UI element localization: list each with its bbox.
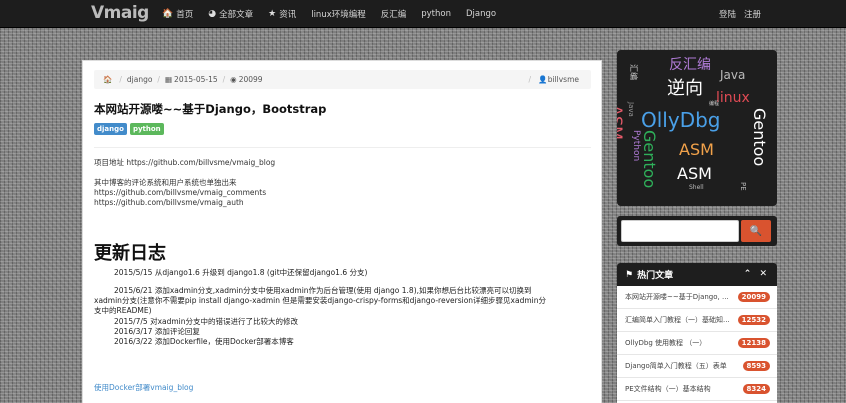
calendar-icon: ▦ xyxy=(164,75,173,84)
cloud-word[interactable]: OllyDbg xyxy=(641,108,720,132)
star-icon: ★ xyxy=(268,9,277,19)
cloud-word[interactable]: 编程 xyxy=(709,100,719,107)
view-count-badge: 20099 xyxy=(737,292,770,302)
nav-python[interactable]: python xyxy=(421,9,451,19)
home-icon: 🏠 xyxy=(162,9,174,19)
nav-news[interactable]: ★ 资讯 xyxy=(268,8,296,20)
docker-deploy-link[interactable]: 使用Docker部署vmaig_blog xyxy=(94,383,193,393)
cloud-word[interactable]: Java xyxy=(627,102,635,117)
post-title: 本网站开源喽~~基于Django，Bootstrap xyxy=(94,102,327,116)
user-icon: 👤 xyxy=(538,75,548,84)
flag-icon: ⚑ xyxy=(625,269,634,280)
tag-python[interactable]: python xyxy=(129,123,164,135)
cloud-word[interactable]: linux xyxy=(716,90,750,106)
cloud-word[interactable]: 反汇编 xyxy=(669,54,711,74)
breadcrumb-separator: / xyxy=(157,75,160,84)
hot-article-item[interactable]: OllyDbg 使用教程 （一） 12138 xyxy=(617,332,777,355)
eye-icon: ◉ xyxy=(230,75,237,84)
cloud-word[interactable]: ASM xyxy=(679,140,714,159)
hot-articles-title: 热门文章 xyxy=(637,271,674,281)
brand-logo[interactable]: Vmaig xyxy=(91,3,149,23)
view-count-badge: 8593 xyxy=(742,361,770,371)
hot-article-title: Django简单入门教程（五）表单 xyxy=(625,362,727,370)
hot-article-item[interactable]: PE文件结构（一）基本结构 8324 xyxy=(617,378,777,401)
changelog-entry: 2016/3/22 添加Dockerfile，使用Docker部署本博客 xyxy=(114,337,294,346)
changelog-entry: 2015/5/15 从django1.6 升级到 django1.8 (git中… xyxy=(114,268,368,277)
view-count-badge: 8324 xyxy=(742,384,770,394)
nav-links: 🏠 首页 ◕ 全部文章 ★ 资讯 linux环境编程 反汇编 python Dj… xyxy=(162,0,511,28)
cloud-word[interactable]: Gentoo xyxy=(640,130,659,188)
sub-project-link-comments[interactable]: https://github.com/billvsme/vmaig_commen… xyxy=(94,188,266,198)
nav-all-articles[interactable]: ◕ 全部文章 xyxy=(208,8,253,20)
home-icon[interactable]: 🏠 xyxy=(103,75,112,84)
cloud-word[interactable]: ASM xyxy=(617,105,626,140)
nav-home[interactable]: 🏠 首页 xyxy=(162,8,193,20)
post-tags: django python xyxy=(94,123,167,135)
cloud-word[interactable]: Python xyxy=(631,130,641,161)
hot-article-title: 本网站开源喽~~基于Django, ... xyxy=(625,293,729,301)
breadcrumb-category[interactable]: django xyxy=(127,75,153,84)
tag-django[interactable]: django xyxy=(94,123,127,135)
hot-article-title: PE文件结构（一）基本结构 xyxy=(625,385,711,393)
register-link[interactable]: 注册 xyxy=(744,8,761,20)
cloud-word[interactable]: Gentoo xyxy=(750,108,769,166)
hot-article-item[interactable]: Django简单入门教程（五）表单 8593 xyxy=(617,355,777,378)
top-navbar: Vmaig 🏠 首页 ◕ 全部文章 ★ 资讯 linux环境编程 反汇编 pyt… xyxy=(0,0,846,28)
cloud-word[interactable]: ASM xyxy=(677,164,712,183)
post-date: 2015-05-15 xyxy=(174,75,218,84)
breadcrumb-separator: / xyxy=(119,75,122,84)
breadcrumb: 🏠 / django / ▦ 2015-05-15 / ◉ 20099 / 👤b… xyxy=(94,70,591,89)
changelog-entry: 2015/7/5 对xadmin分支中的错误进行了比较大的修改 xyxy=(114,317,299,326)
post-views: 20099 xyxy=(238,75,263,84)
hot-articles-panel: ⚑ 热门文章 ⌃ ✕ 本网站开源喽~~基于Django, ... 20099 汇… xyxy=(617,263,777,403)
nav-django[interactable]: Django xyxy=(466,9,496,19)
collapse-icon[interactable]: ⌃ xyxy=(744,269,752,279)
sub-projects-intro: 其中博客的评论系统和用户系统也单独出来 xyxy=(94,178,237,187)
post-author[interactable]: 👤billvsme xyxy=(538,75,579,84)
breadcrumb-separator: / xyxy=(528,75,531,84)
cloud-word[interactable]: Shell xyxy=(689,184,704,191)
post-card: 🏠 / django / ▦ 2015-05-15 / ◉ 20099 / 👤b… xyxy=(82,60,602,403)
view-count-badge: 12138 xyxy=(737,338,770,348)
divider xyxy=(94,147,591,148)
hot-article-title: OllyDbg 使用教程 （一） xyxy=(625,339,707,347)
changelog-heading: 更新日志 xyxy=(94,243,166,264)
login-link[interactable]: 登陆 xyxy=(719,8,736,20)
cloud-word[interactable]: 汇编 xyxy=(628,64,639,80)
changelog-entry-cont: xadmin分支(注意你不需要pip install django-xadmin… xyxy=(94,296,546,305)
nav-disasm[interactable]: 反汇编 xyxy=(381,8,407,20)
cloud-word[interactable]: PE xyxy=(739,182,747,191)
breadcrumb-separator: / xyxy=(222,75,226,84)
nav-linux[interactable]: linux环境编程 xyxy=(311,8,366,20)
changelog-entry: 2015/6/21 添加xadmin分支,xadmin分支中使用xadmin作为… xyxy=(114,286,532,295)
nav-account: 登陆 注册 xyxy=(711,0,761,28)
project-url: 项目地址 https://github.com/billvsme/vmaig_b… xyxy=(94,158,276,167)
sub-project-link-auth[interactable]: https://github.com/billvsme/vmaig_auth xyxy=(94,198,244,208)
tag-cloud: 反汇编 Java ASM 逆向 linux Gentoo OllyDbg Gen… xyxy=(617,50,777,206)
globe-icon: ◕ xyxy=(208,9,217,19)
changelog-entry-cont: 支中的README) xyxy=(94,306,152,315)
cloud-word[interactable]: 逆向 xyxy=(667,74,703,100)
cloud-word[interactable]: Java xyxy=(720,68,745,82)
hot-article-item[interactable]: 本网站开源喽~~基于Django, ... 20099 xyxy=(617,286,777,309)
hot-article-item[interactable]: 汇编简单入门教程（一）基础知... 12532 xyxy=(617,309,777,332)
hot-articles-header: ⚑ 热门文章 ⌃ ✕ xyxy=(617,263,777,286)
changelog-entry: 2016/3/17 添加评论回复 xyxy=(114,327,200,336)
search-button[interactable]: 🔍 xyxy=(741,220,771,242)
hot-article-title: 汇编简单入门教程（一）基础知... xyxy=(625,316,730,324)
close-icon[interactable]: ✕ xyxy=(759,269,767,279)
search-icon: 🔍 xyxy=(749,225,763,237)
view-count-badge: 12532 xyxy=(737,315,770,325)
search-panel: 🔍 xyxy=(617,216,777,246)
search-input[interactable] xyxy=(621,220,739,242)
